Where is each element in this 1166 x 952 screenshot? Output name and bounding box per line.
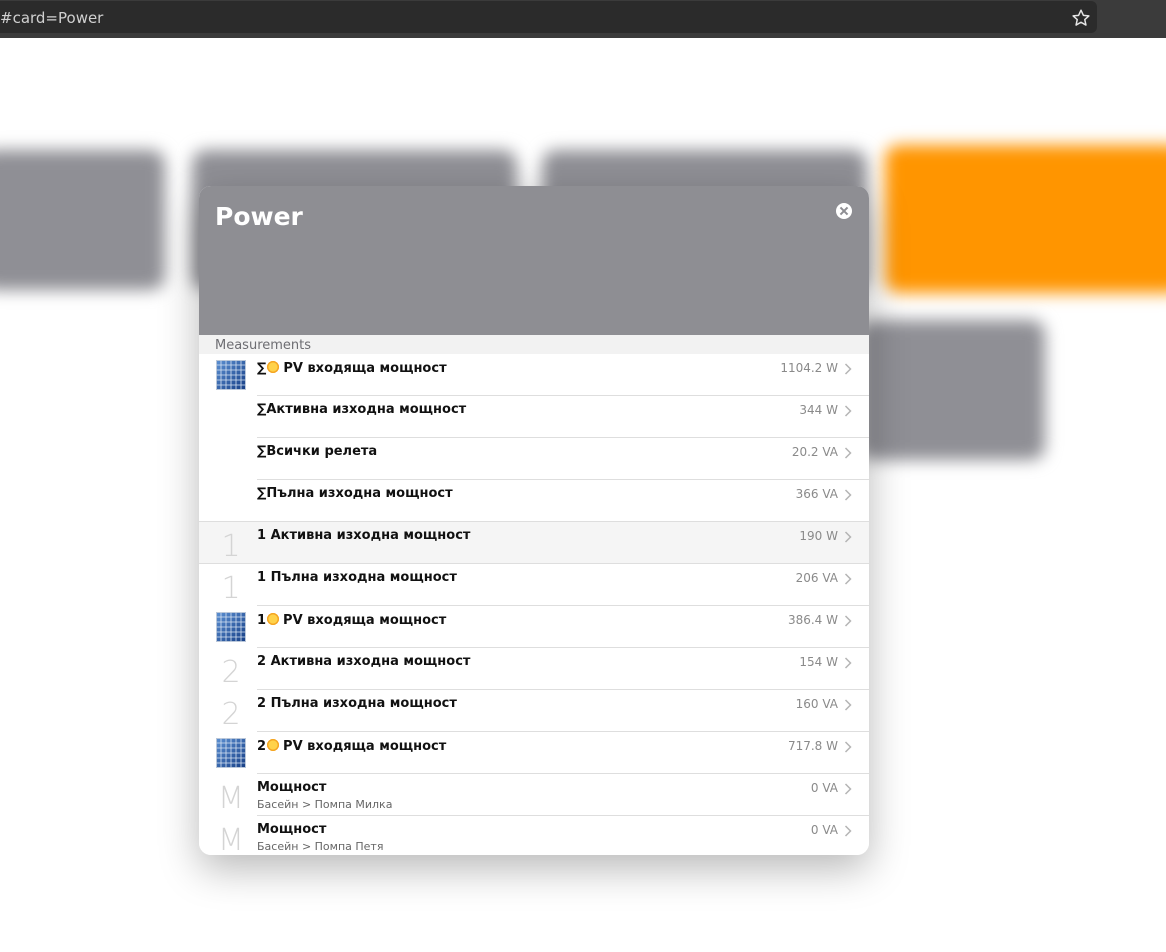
chevron-right-icon bbox=[844, 573, 852, 585]
star-icon[interactable] bbox=[1070, 7, 1092, 29]
list-item[interactable]: ∑ PV входяща мощност 1104.2 W bbox=[199, 354, 869, 396]
chevron-right-icon bbox=[844, 615, 852, 627]
row-label: 1 PV входяща мощност bbox=[257, 612, 446, 628]
chevron-right-icon bbox=[844, 825, 852, 837]
row-glyph-icon: 2 bbox=[221, 655, 241, 690]
row-value: 717.8 W bbox=[787, 739, 838, 753]
row-label: ∑Пълна изходна мощност bbox=[257, 486, 453, 501]
row-label: 2 Активна изходна мощност bbox=[257, 654, 471, 669]
chevron-right-icon bbox=[844, 699, 852, 711]
chevron-right-icon bbox=[844, 489, 852, 501]
chevron-right-icon bbox=[844, 741, 852, 753]
list-item[interactable]: ∑Активна изходна мощност 344 W bbox=[199, 396, 869, 438]
row-label: ∑ PV входяща мощност bbox=[257, 360, 447, 376]
row-label-text: PV входяща мощност bbox=[283, 613, 447, 628]
sun-icon bbox=[266, 612, 281, 626]
chevron-right-icon bbox=[844, 531, 852, 543]
row-subtitle: Басейн > Помпа Милка bbox=[257, 798, 393, 811]
row-value: 154 W bbox=[799, 655, 838, 669]
sun-icon bbox=[266, 360, 281, 374]
row-label-text: PV входяща мощност bbox=[283, 739, 447, 754]
row-label: Мощност bbox=[257, 780, 327, 795]
row-label: Мощност bbox=[257, 822, 327, 837]
row-label-prefix: 2 bbox=[257, 739, 267, 754]
sun-icon bbox=[266, 738, 281, 752]
row-label: 2 Пълна изходна мощност bbox=[257, 696, 457, 711]
row-label-prefix: ∑ bbox=[257, 361, 267, 376]
row-value: 160 VA bbox=[795, 697, 838, 711]
list-item[interactable]: 2 PV входяща мощност 717.8 W bbox=[199, 732, 869, 774]
solar-panel-icon bbox=[216, 612, 246, 642]
section-header: Measurements bbox=[199, 335, 869, 354]
section-header-label: Measurements bbox=[215, 338, 312, 353]
row-value: 0 VA bbox=[810, 781, 838, 795]
power-card-modal: Power Measurements ∑ PV входяща мощност 11… bbox=[199, 186, 869, 855]
row-value: 0 VA bbox=[810, 823, 838, 837]
row-label-prefix: 1 bbox=[257, 613, 267, 628]
row-value: 386.4 W bbox=[787, 613, 838, 627]
chevron-right-icon bbox=[844, 657, 852, 669]
address-bar[interactable]: #card=Power bbox=[0, 1, 1097, 33]
row-glyph-icon: 1 bbox=[221, 529, 241, 564]
row-value: 366 VA bbox=[795, 487, 838, 501]
row-label: 1 Активна изходна мощност bbox=[257, 528, 471, 543]
list-item[interactable]: M Мощност Басейн > Помпа Петя 0 VA bbox=[199, 816, 869, 855]
row-label: ∑Активна изходна мощност bbox=[257, 402, 467, 417]
row-glyph-icon: 2 bbox=[221, 697, 241, 732]
row-subtitle: Басейн > Помпа Петя bbox=[257, 840, 384, 853]
background-tile bbox=[860, 320, 1045, 460]
row-value: 206 VA bbox=[795, 571, 838, 585]
list-item[interactable]: 1 PV входяща мощност 386.4 W bbox=[199, 606, 869, 648]
background-tile bbox=[0, 150, 165, 290]
list-item[interactable]: ∑Пълна изходна мощност 366 VA bbox=[199, 480, 869, 522]
row-label: 1 Пълна изходна мощност bbox=[257, 570, 457, 585]
row-glyph-icon: M bbox=[218, 823, 244, 855]
row-value: 20.2 VA bbox=[791, 445, 838, 459]
list-item[interactable]: 2 2 Пълна изходна мощност 160 VA bbox=[199, 690, 869, 732]
background-tile-accent bbox=[885, 145, 1166, 293]
row-label: ∑Всички релета bbox=[257, 444, 378, 459]
close-icon[interactable] bbox=[836, 203, 852, 219]
row-value: 1104.2 W bbox=[780, 361, 838, 375]
row-glyph-icon: 1 bbox=[221, 571, 241, 606]
list-item[interactable]: 2 2 Активна изходна мощност 154 W bbox=[199, 648, 869, 690]
modal-header: Power bbox=[199, 186, 869, 335]
chevron-right-icon bbox=[844, 783, 852, 795]
browser-toolbar: #card=Power bbox=[0, 0, 1166, 38]
row-label: 2 PV входяща мощност bbox=[257, 738, 446, 754]
row-glyph-icon: M bbox=[218, 781, 244, 816]
solar-panel-icon bbox=[216, 738, 246, 768]
modal-title: Power bbox=[215, 202, 303, 231]
row-value: 190 W bbox=[799, 529, 838, 543]
chevron-right-icon bbox=[844, 447, 852, 459]
measurement-list: ∑ PV входяща мощност 1104.2 W ∑Активна изхо… bbox=[199, 354, 869, 855]
solar-panel-icon bbox=[216, 360, 246, 390]
list-item[interactable]: M Мощност Басейн > Помпа Милка 0 VA bbox=[199, 774, 869, 816]
chevron-right-icon bbox=[844, 363, 852, 375]
list-item[interactable]: 1 1 Пълна изходна мощност 206 VA bbox=[199, 564, 869, 606]
row-value: 344 W bbox=[799, 403, 838, 417]
chevron-right-icon bbox=[844, 405, 852, 417]
list-item[interactable]: ∑Всички релета 20.2 VA bbox=[199, 438, 869, 480]
list-item[interactable]: 1 1 Активна изходна мощност 190 W bbox=[199, 522, 869, 564]
row-label-text: PV входяща мощност bbox=[283, 361, 447, 376]
address-url[interactable]: #card=Power bbox=[0, 9, 103, 27]
